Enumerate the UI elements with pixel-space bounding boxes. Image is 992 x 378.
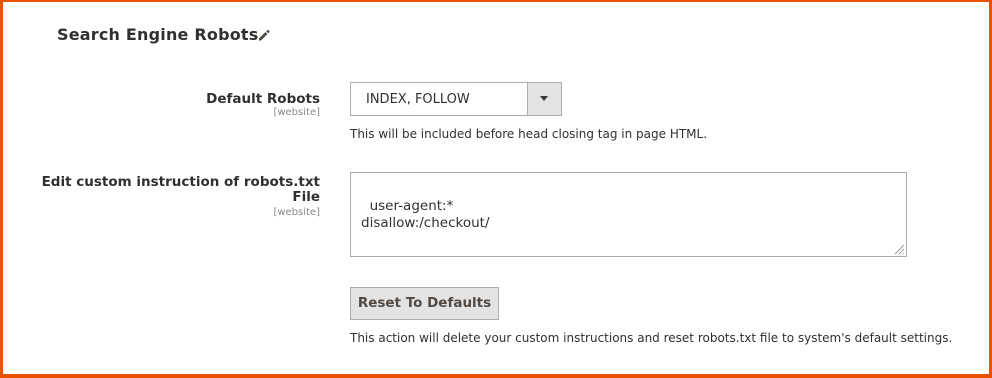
default-robots-selected-value: INDEX, FOLLOW bbox=[366, 92, 470, 107]
default-robots-scope: [website] bbox=[273, 107, 320, 118]
custom-instruction-label-line1: Edit custom instruction of robots.txt bbox=[41, 174, 320, 190]
custom-instruction-text: user-agent:* disallow:/checkout/ bbox=[361, 198, 490, 231]
custom-instruction-textarea[interactable]: user-agent:* disallow:/checkout/ bbox=[350, 172, 907, 257]
chevron-down-icon bbox=[540, 96, 548, 101]
default-robots-label: Default Robots bbox=[206, 91, 320, 107]
custom-instruction-label-line2: File bbox=[292, 189, 320, 205]
default-robots-note: This will be included before head closin… bbox=[350, 127, 708, 141]
reset-to-defaults-button[interactable]: Reset To Defaults bbox=[350, 287, 499, 320]
custom-instruction-label: Edit custom instruction of robots.txt Fi… bbox=[42, 175, 320, 205]
pencil-icon[interactable] bbox=[257, 28, 271, 42]
resize-grip-icon[interactable] bbox=[893, 243, 905, 255]
default-robots-select[interactable]: INDEX, FOLLOW bbox=[350, 82, 562, 116]
reset-note: This action will delete your custom inst… bbox=[350, 331, 953, 345]
custom-instruction-scope: [website] bbox=[273, 207, 320, 218]
section-title: Search Engine Robots bbox=[57, 25, 259, 44]
select-toggle[interactable] bbox=[527, 83, 561, 115]
